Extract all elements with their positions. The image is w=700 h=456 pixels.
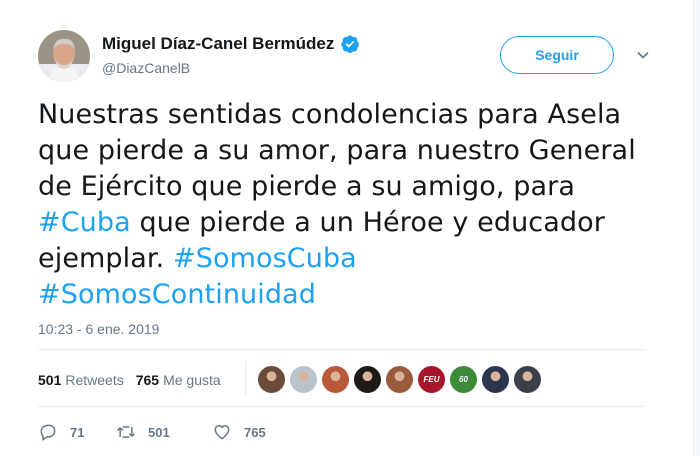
heart-icon [214, 425, 230, 440]
liker-avatar-9[interactable] [514, 366, 541, 393]
stats-separator [245, 362, 246, 396]
author-handle[interactable]: @DiazCanelB [102, 60, 190, 76]
retweet-count: 501 [148, 424, 170, 440]
scrollbar-track[interactable] [693, 0, 700, 456]
tweet-text: Nuestras sentidas condolencias para Asel… [38, 97, 658, 313]
author-avatar-photo [38, 30, 90, 82]
tweet-text-segment: que pierde a un Héroe y educador [130, 207, 605, 238]
reply-count: 71 [70, 424, 85, 440]
verified-badge-icon [341, 35, 360, 53]
liker-avatar-3[interactable] [322, 366, 349, 393]
divider [38, 406, 646, 407]
liker-avatar-8[interactable] [482, 366, 509, 393]
retweet-icon [117, 426, 135, 438]
tweet-text-segment: de Ejército que pierde a su amigo, para [38, 171, 575, 202]
retweets-stat-label: Retweets [65, 372, 124, 388]
liker-avatar-6[interactable]: FEU [418, 366, 445, 393]
retweets-stat[interactable]: 501 Retweets [38, 372, 124, 388]
hashtag-link[interactable]: #SomosCuba [173, 243, 357, 274]
hashtag-link[interactable]: #Cuba [38, 207, 131, 238]
chevron-down-icon[interactable] [636, 48, 650, 62]
follow-button[interactable]: Seguir [500, 36, 614, 74]
tweet-text-segment: Nuestras sentidas condolencias para Asel… [38, 99, 622, 130]
tweet-text-line: #Cuba que pierde a un Héroe y educador [38, 205, 658, 241]
tweet-text-segment: que pierde a su amor, para nuestro Gener… [38, 135, 636, 166]
liker-avatar-7[interactable]: 60 [450, 366, 477, 393]
like-count: 765 [244, 424, 266, 440]
tweet-text-line: de Ejército que pierde a su amigo, para [38, 169, 658, 205]
divider [38, 349, 646, 350]
likes-stat-label: Me gusta [163, 372, 221, 388]
like-button[interactable]: 765 [212, 422, 266, 442]
author-avatar[interactable] [38, 30, 90, 82]
reply-icon [40, 424, 56, 441]
likes-stat-count: 765 [135, 372, 160, 388]
tweet-text-line: Nuestras sentidas condolencias para Asel… [38, 97, 658, 133]
tweet-stats: 501 Retweets 765 Me gusta [38, 372, 221, 388]
liker-avatar-2[interactable] [290, 366, 317, 393]
hashtag-link[interactable]: #SomosContinuidad [38, 279, 316, 310]
author-display-name[interactable]: Miguel Díaz-Canel Bermúdez [102, 34, 334, 54]
reply-button[interactable]: 71 [38, 422, 116, 442]
retweets-stat-count: 501 [38, 372, 62, 388]
liker-avatar-4[interactable] [354, 366, 381, 393]
liker-avatar-5[interactable] [386, 366, 413, 393]
tweet-text-line: #SomosContinuidad [38, 277, 658, 313]
tweet-text-line: que pierde a su amor, para nuestro Gener… [38, 133, 658, 169]
tweet-actions: 71 501 765 [38, 422, 266, 442]
tweet-text-line: ejemplar. #SomosCuba [38, 241, 658, 277]
tweet-timestamp[interactable]: 10:23 - 6 ene. 2019 [38, 321, 159, 337]
likes-stat[interactable]: 765 Me gusta [136, 372, 221, 388]
retweet-button[interactable]: 501 [116, 422, 212, 442]
liker-avatar-1[interactable] [258, 366, 285, 393]
tweet-text-segment: ejemplar. [38, 243, 173, 274]
liker-avatars: FEU 60 [258, 366, 541, 393]
